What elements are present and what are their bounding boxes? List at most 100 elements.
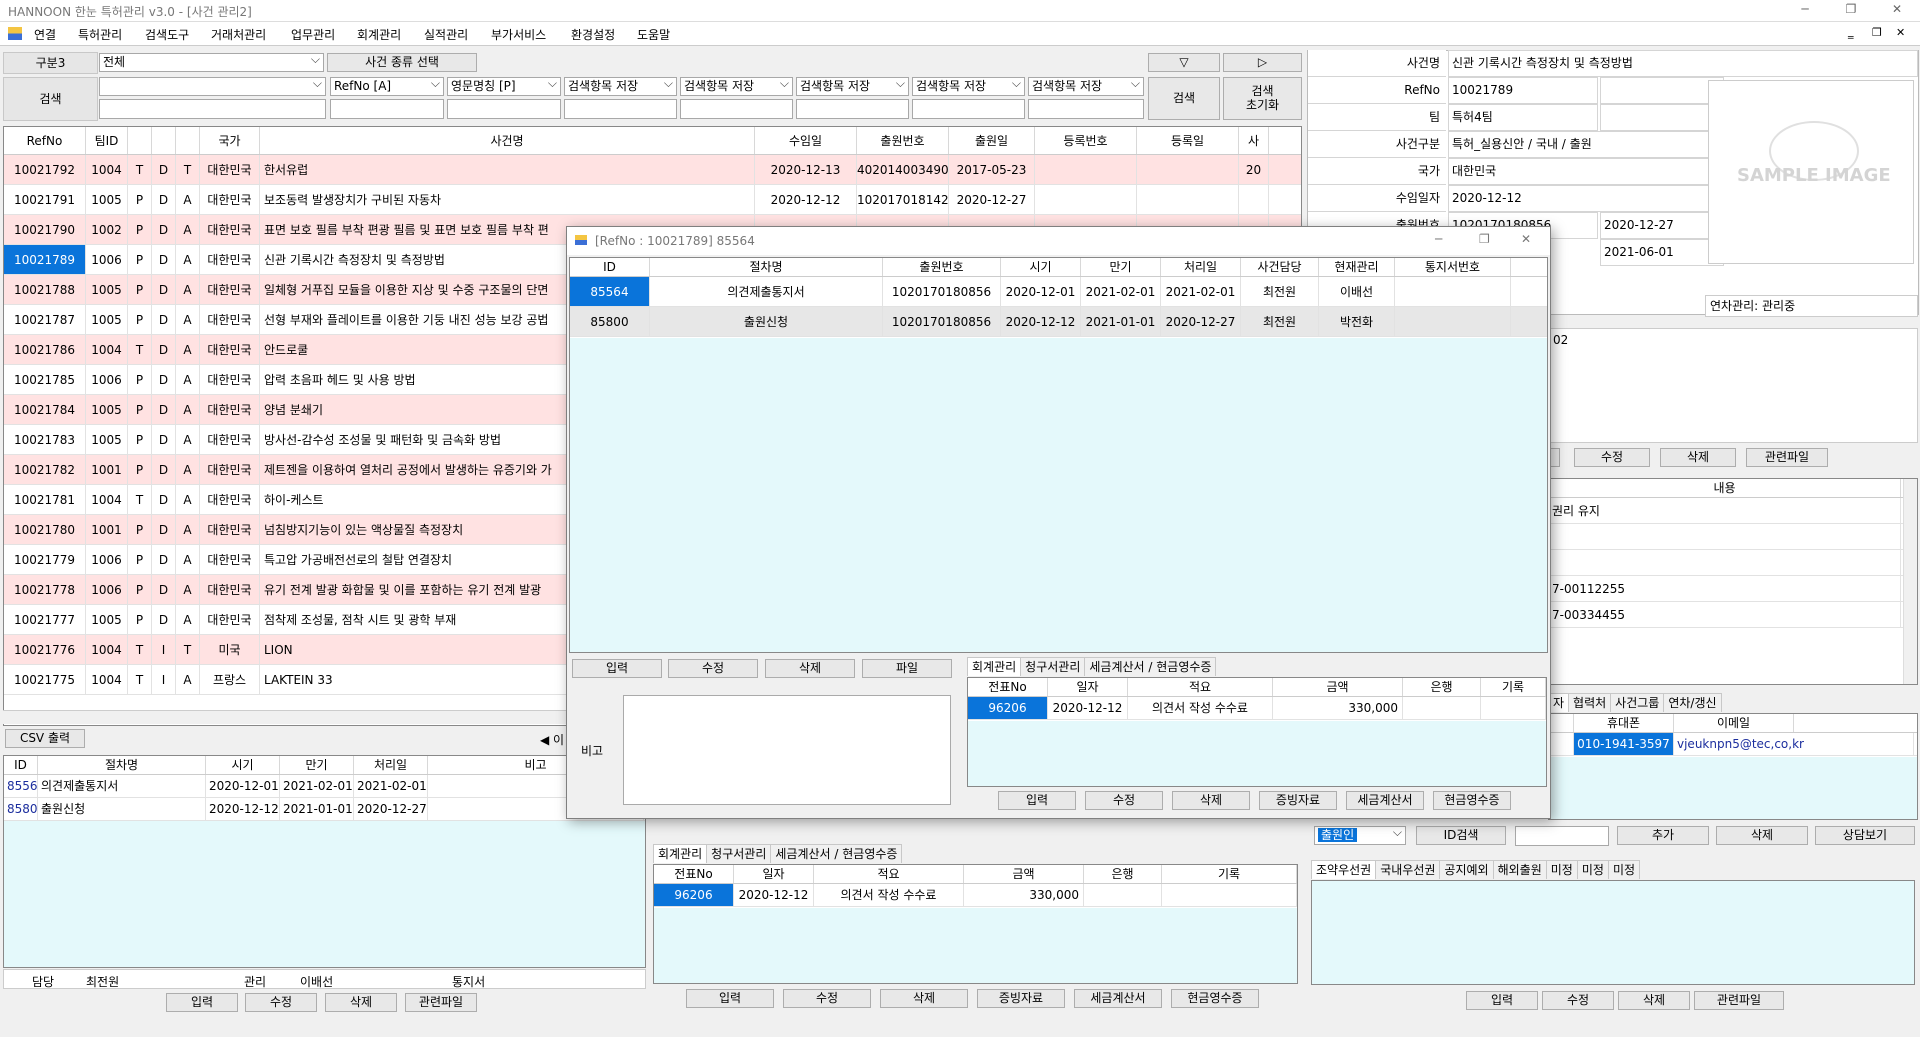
search-field-select[interactable]: 영문명칭 [P] — [447, 77, 561, 96]
search-field-select[interactable]: 검색항목 저장 — [1028, 77, 1144, 96]
dialog-file-button[interactable]: 파일 — [862, 659, 952, 678]
menu-item[interactable]: 도움말 — [637, 26, 670, 43]
collapse-right-button[interactable]: ▷ — [1223, 53, 1302, 72]
input-button[interactable]: 입력 — [166, 993, 238, 1012]
delete-button[interactable]: 삭제 — [325, 993, 397, 1012]
table-row[interactable]: 10021791 1005 P D A 대한민국 보조동력 발생장치가 구비된 자동차 202… — [4, 185, 1301, 215]
dialog-accounting-button-2[interactable]: 삭제 — [1172, 791, 1250, 810]
col-header[interactable]: ID — [570, 258, 650, 276]
priority-file-button[interactable]: 관련파일 — [1694, 991, 1784, 1010]
col-header[interactable]: 은행 — [1403, 678, 1481, 696]
accounting-button-5[interactable]: 현금영수증 — [1171, 989, 1259, 1008]
list-item[interactable]: 85800출원신청2020-12-122021-01-012020-12-27 — [4, 798, 645, 821]
table-row[interactable]: 10021792 1004 T D T 대한민국 한서유럽 2020-12-13 4020140… — [4, 155, 1301, 185]
accounting-button-0[interactable]: 입력 — [686, 989, 774, 1008]
tab-undecided[interactable]: 미정 — [1607, 860, 1641, 879]
col-header[interactable]: 일자 — [734, 865, 814, 883]
add-button[interactable]: 추가 — [1617, 826, 1709, 845]
dialog-accounting-button-5[interactable]: 현금영수증 — [1433, 791, 1511, 810]
accounting-button-4[interactable]: 세금계산서 — [1074, 989, 1162, 1008]
maximize-button[interactable]: ❐ — [1836, 2, 1866, 20]
search-field-select[interactable]: 검색항목 저장 — [564, 77, 677, 96]
tab-partner[interactable]: 협력처 — [1568, 693, 1612, 712]
col-header[interactable]: 팀ID — [86, 127, 128, 154]
col-header[interactable]: 절차명 — [38, 756, 206, 774]
applicant-select[interactable]: 출원인 — [1314, 826, 1406, 845]
search-input[interactable] — [796, 99, 909, 119]
menu-item[interactable]: 특허관리 — [78, 26, 122, 43]
col-header[interactable]: 금액 — [964, 865, 1084, 883]
accounting-row[interactable]: 96206 2020-12-12 의견서 작성 수수료 330,000 — [654, 884, 1297, 907]
tab-annual[interactable]: 연차/갱신 — [1663, 693, 1722, 712]
search-reset-button[interactable]: 검색 초기화 — [1223, 77, 1302, 120]
search-input[interactable] — [564, 99, 677, 119]
list-item[interactable]: 85564의견제출통지서2020-12-012021-02-012021-02-… — [4, 775, 645, 798]
menu-item[interactable]: 부가서비스 — [491, 26, 546, 43]
gubun-select[interactable]: 전체 — [99, 53, 324, 72]
search-input[interactable] — [912, 99, 1025, 119]
content-row[interactable]: 7-00112255 — [1549, 576, 1917, 602]
tab-undecided[interactable]: 미정 — [1545, 860, 1578, 879]
content-scrollbar[interactable] — [1903, 479, 1917, 684]
col-header[interactable]: 등록번호 — [1035, 127, 1137, 154]
tab-disclosure-exception[interactable]: 공지예외 — [1439, 860, 1494, 879]
dialog-memo-input[interactable] — [623, 695, 951, 805]
dialog-maximize-button[interactable]: ❐ — [1479, 232, 1490, 246]
menu-item[interactable]: 회계관리 — [357, 26, 401, 43]
col-header[interactable]: 처리일 — [1161, 258, 1241, 276]
tab-case-group[interactable]: 사건그룹 — [1610, 693, 1665, 712]
dialog-close-button[interactable]: ✕ — [1521, 232, 1531, 246]
col-header[interactable]: 은행 — [1084, 865, 1162, 883]
priority-input-button[interactable]: 입력 — [1466, 991, 1538, 1010]
col-header[interactable]: 일자 — [1048, 678, 1128, 696]
search-input[interactable] — [1028, 99, 1144, 119]
col-header[interactable] — [176, 127, 200, 154]
tab-tax[interactable]: 세금계산서 / 현금영수증 — [770, 844, 903, 863]
dialog-minimize-button[interactable]: ─ — [1435, 232, 1442, 246]
search-button[interactable]: 검색 — [1148, 77, 1220, 120]
dialog-delete-button[interactable]: 삭제 — [765, 659, 855, 678]
dialog-input-button[interactable]: 입력 — [572, 659, 662, 678]
dialog-accounting-button-0[interactable]: 입력 — [998, 791, 1076, 810]
mdi-restore-button[interactable]: ❐ — [1872, 26, 1882, 39]
mdi-close-button[interactable]: ✕ — [1896, 26, 1905, 39]
search-field-select[interactable] — [99, 77, 326, 96]
right-file-button[interactable]: 관련파일 — [1746, 448, 1828, 467]
contact-row[interactable]: 010-1941-3597 vjeuknpn5@tec,co,kr — [1549, 733, 1917, 756]
col-header[interactable]: 출원일 — [949, 127, 1035, 154]
content-row[interactable]: 권리 유지 — [1549, 498, 1917, 524]
dialog-tab-tax[interactable]: 세금계산서 / 현금영수증 — [1084, 657, 1217, 676]
search-input[interactable] — [447, 99, 561, 119]
search-input[interactable] — [330, 99, 444, 119]
col-header[interactable]: 등록일 — [1137, 127, 1239, 154]
accounting-button-1[interactable]: 수정 — [783, 989, 871, 1008]
prev-arrow[interactable]: ◀ 이 — [540, 731, 564, 748]
search-field-select[interactable]: 검색항목 저장 — [680, 77, 793, 96]
col-header[interactable]: 수임일 — [755, 127, 857, 154]
content-row[interactable] — [1549, 524, 1917, 550]
id-search-button[interactable]: ID검색 — [1416, 826, 1506, 845]
dialog-accounting-button-3[interactable]: 증빙자료 — [1259, 791, 1337, 810]
priority-edit-button[interactable]: 수정 — [1542, 991, 1614, 1010]
search-field-select[interactable]: 검색항목 저장 — [796, 77, 909, 96]
tab-invoice[interactable]: 청구서관리 — [706, 844, 772, 863]
dialog-row[interactable]: 85564 의견제출통지서 1020170180856 2020-12-01 2021-… — [570, 277, 1547, 307]
accounting-button-2[interactable]: 삭제 — [880, 989, 968, 1008]
consult-button[interactable]: 상담보기 — [1815, 826, 1915, 845]
col-header[interactable]: 적요 — [814, 865, 964, 883]
menu-item[interactable]: 거래처관리 — [211, 26, 266, 43]
col-header[interactable]: 전표No — [968, 678, 1048, 696]
menu-item[interactable]: 연결 — [34, 26, 56, 43]
col-header[interactable]: 통지서번호 — [1395, 258, 1511, 276]
csv-export-button[interactable]: CSV 출력 — [5, 729, 85, 748]
col-header[interactable]: 만기 — [1081, 258, 1161, 276]
dialog-tab-invoice[interactable]: 청구서관리 — [1020, 657, 1086, 676]
col-header[interactable]: 만기 — [280, 756, 354, 774]
col-header[interactable]: 전표No — [654, 865, 734, 883]
col-header[interactable]: ID — [4, 756, 38, 774]
search-field-select[interactable]: 검색항목 저장 — [912, 77, 1025, 96]
menu-item[interactable]: 환경설정 — [571, 26, 615, 43]
dialog-row[interactable]: 85800 출원신청 1020170180856 2020-12-12 2021-01-… — [570, 307, 1547, 337]
menu-item[interactable]: 실적관리 — [424, 26, 468, 43]
col-header[interactable]: 출원번호 — [883, 258, 1001, 276]
